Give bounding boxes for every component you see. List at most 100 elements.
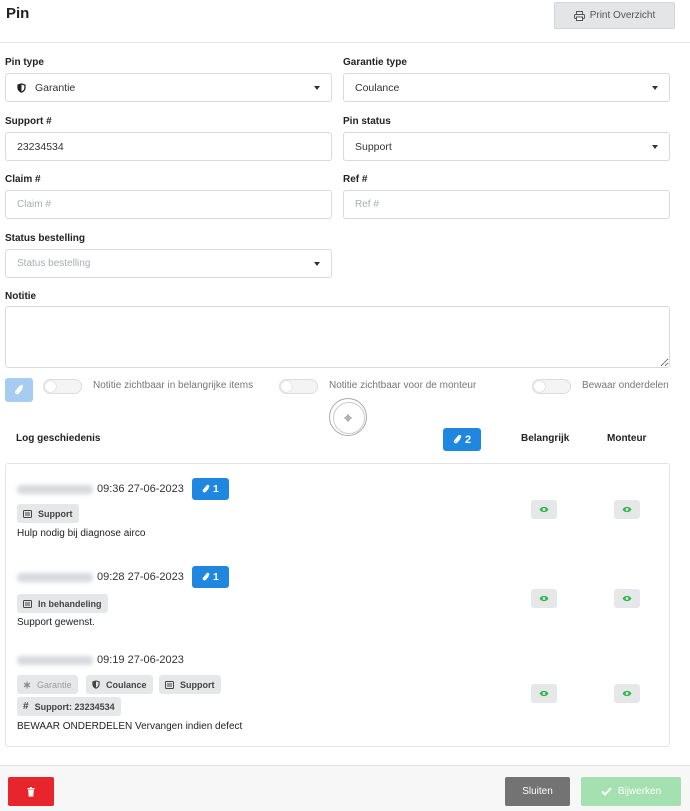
- pin-type-select[interactable]: Garantie: [5, 73, 332, 102]
- log-entry-header: 09:19 27-06-2023: [17, 654, 184, 666]
- log-entry-text: BEWAAR ONDERDELEN Vervangen indien defec…: [17, 721, 243, 732]
- attachments-count: 2: [464, 433, 472, 446]
- attachments-count-button[interactable]: 2: [443, 428, 481, 451]
- pin-status-select[interactable]: Support: [343, 132, 670, 161]
- delete-button[interactable]: [8, 777, 54, 806]
- log-entry-time: 09:28 27-06-2023: [97, 571, 184, 583]
- print-overview-button[interactable]: Print Overzicht: [554, 2, 675, 29]
- bewaar-onderdelen-toggle[interactable]: [532, 379, 571, 394]
- status-bestelling-label: Status bestelling: [5, 233, 86, 244]
- modal-footer: Sluiten Bijwerken: [0, 765, 690, 811]
- garantie-type-select[interactable]: Coulance: [343, 73, 670, 102]
- close-button-label: Sluiten: [522, 786, 553, 797]
- column-belangrijk: Belangrijk: [521, 433, 570, 444]
- tag-support-label: Support: [180, 679, 215, 690]
- list-icon: [165, 680, 174, 689]
- author-name-redacted: [17, 484, 93, 494]
- paperclip-icon: [15, 384, 24, 395]
- update-button[interactable]: Bijwerken: [581, 777, 681, 806]
- tag-coulance-label: Coulance: [106, 679, 147, 690]
- pin-type-label: Pin type: [5, 57, 44, 68]
- attachment-count: 1: [212, 483, 219, 495]
- list-icon: [23, 509, 32, 518]
- paperclip-icon: [202, 484, 210, 493]
- paperclip-icon: [453, 434, 462, 444]
- log-list: 09:36 27-06-2023 1 Support Hulp nodig bi…: [5, 463, 670, 747]
- pin-status-value: Support: [355, 140, 392, 153]
- tag-support: Support: [17, 504, 79, 523]
- eye-icon: [539, 595, 549, 602]
- modal-header: Pin Print Overzicht: [0, 0, 690, 43]
- claim-number-label: Claim #: [5, 174, 41, 185]
- eye-icon: [622, 690, 632, 697]
- tag-garantie-label: Garantie: [37, 679, 72, 690]
- monteur-toggle[interactable]: [279, 379, 318, 394]
- log-entry-header: 09:36 27-06-2023 1: [17, 478, 229, 500]
- eye-icon: [539, 506, 549, 513]
- garantie-type-value: Coulance: [355, 81, 400, 94]
- cursor-crosshair-icon: [329, 398, 367, 436]
- eye-icon: [622, 506, 632, 513]
- author-name-redacted: [17, 655, 93, 665]
- chevron-down-icon: [652, 145, 658, 149]
- monteur-visibility-button[interactable]: [614, 684, 640, 703]
- print-overview-label: Print Overzicht: [589, 10, 656, 21]
- garantie-type-label: Garantie type: [343, 57, 407, 68]
- shield-icon: [17, 82, 26, 93]
- attachment-badge[interactable]: 1: [191, 478, 229, 500]
- paperclip-icon: [202, 572, 210, 581]
- eye-icon: [622, 595, 632, 602]
- attachment-badge[interactable]: 1: [191, 566, 229, 588]
- hash-icon: #: [23, 701, 29, 712]
- log-entry-time: 09:19 27-06-2023: [97, 654, 184, 666]
- log-entry-text: Hulp nodig bij diagnose airco: [17, 528, 146, 539]
- belangrijk-visibility-button[interactable]: [531, 684, 557, 703]
- tag-support-number-label: Support: 23234534: [34, 701, 115, 712]
- pin-status-label: Pin status: [343, 116, 391, 127]
- log-entry-time: 09:36 27-06-2023: [97, 483, 184, 495]
- support-number-label: Support #: [5, 116, 52, 127]
- monteur-toggle-label: Notitie zichtbaar voor de monteur: [329, 380, 477, 391]
- tag-support-number: # Support: 23234534: [17, 697, 121, 716]
- page-title: Pin: [6, 5, 30, 22]
- chevron-down-icon: [314, 262, 320, 266]
- tag-support-label: Support: [38, 508, 73, 519]
- monteur-visibility-button[interactable]: [614, 500, 640, 519]
- tag-status: In behandeling: [17, 594, 108, 613]
- eye-icon: [539, 690, 549, 697]
- support-number-value: 23234534: [17, 140, 64, 153]
- list-icon: [23, 599, 32, 608]
- claim-number-placeholder: Claim #: [17, 199, 51, 210]
- author-name-redacted: [17, 572, 93, 582]
- status-bestelling-placeholder: Status bestelling: [17, 258, 91, 269]
- notitie-textarea[interactable]: [5, 306, 670, 368]
- chevron-down-icon: [314, 86, 320, 90]
- support-number-input[interactable]: 23234534: [5, 132, 332, 161]
- belangrijk-toggle-label: Notitie zichtbaar in belangrijke items: [93, 380, 254, 391]
- belangrijk-visibility-button[interactable]: [531, 589, 557, 608]
- chevron-down-icon: [652, 86, 658, 90]
- tag-garantie: Garantie: [17, 675, 78, 694]
- notitie-label: Notitie: [5, 291, 37, 302]
- update-button-label: Bijwerken: [617, 786, 662, 797]
- tag-status-label: In behandeling: [38, 598, 102, 609]
- trash-icon: [27, 786, 35, 797]
- claim-number-input[interactable]: Claim #: [5, 190, 332, 219]
- monteur-visibility-button[interactable]: [614, 589, 640, 608]
- close-button[interactable]: Sluiten: [505, 777, 570, 806]
- belangrijk-toggle[interactable]: [43, 379, 82, 394]
- ref-number-placeholder: Ref #: [355, 199, 379, 210]
- status-bestelling-select[interactable]: Status bestelling: [5, 249, 332, 278]
- attach-file-button[interactable]: [5, 378, 33, 402]
- asterisk-icon: [23, 681, 31, 688]
- log-entry-text: Support gewenst.: [17, 617, 95, 628]
- belangrijk-visibility-button[interactable]: [531, 500, 557, 519]
- tag-coulance: Coulance: [86, 675, 153, 694]
- column-monteur: Monteur: [607, 433, 647, 444]
- check-icon: [601, 787, 612, 796]
- attachment-count: 1: [212, 571, 219, 583]
- tag-support: Support: [159, 675, 221, 694]
- pin-type-value: Garantie: [35, 81, 76, 94]
- ref-number-label: Ref #: [343, 174, 368, 185]
- ref-number-input[interactable]: Ref #: [343, 190, 670, 219]
